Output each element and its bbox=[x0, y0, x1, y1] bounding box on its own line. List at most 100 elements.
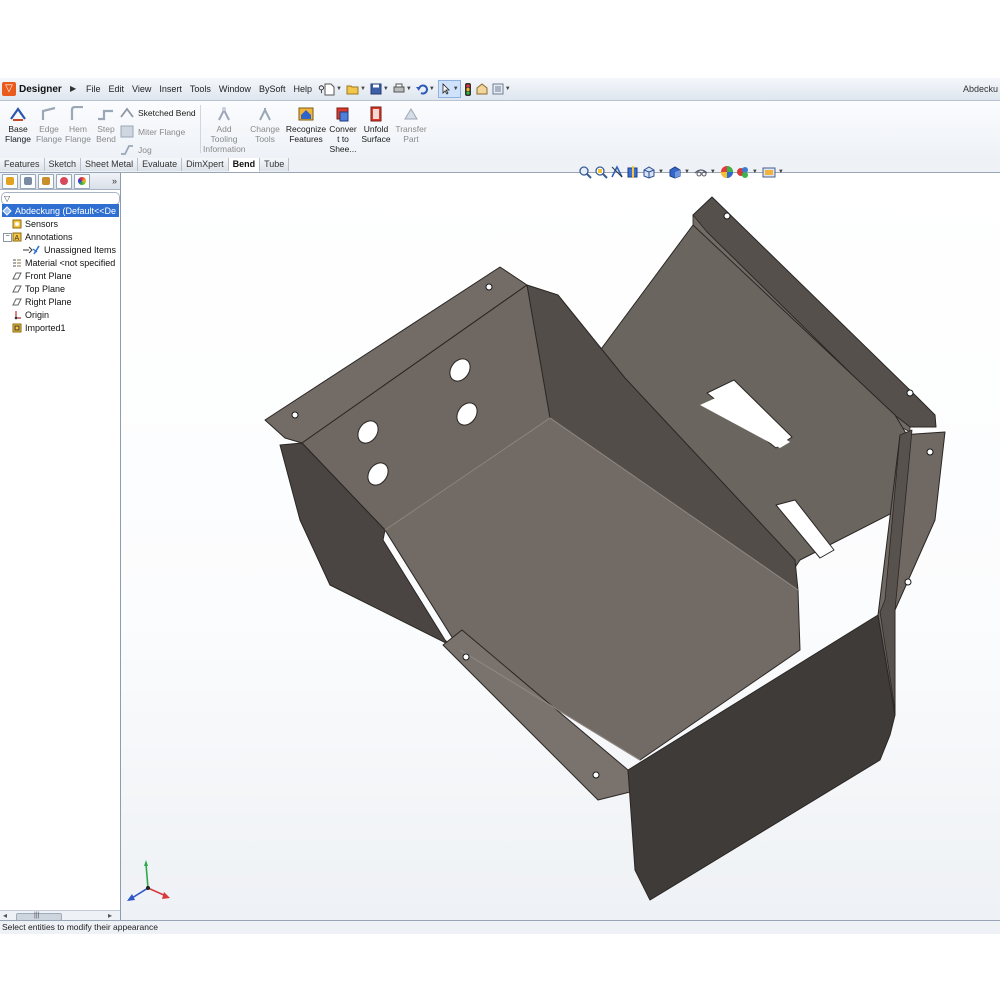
brand-arrow-icon[interactable]: ▶ bbox=[70, 84, 76, 93]
select-button[interactable]: ▼ bbox=[437, 80, 461, 98]
tree-node-unassigned-items[interactable]: Unassigned Items bbox=[23, 243, 116, 256]
scroll-right-icon[interactable]: ▸ bbox=[108, 911, 112, 920]
display-manager-tab[interactable] bbox=[74, 173, 90, 189]
recognize-features-button[interactable]: Recognize Features bbox=[285, 106, 327, 144]
menu-bar: File Edit View Insert Tools Window BySof… bbox=[82, 78, 325, 100]
menu-tools[interactable]: Tools bbox=[186, 78, 215, 100]
new-button[interactable]: ▼ bbox=[322, 81, 343, 97]
jog-icon bbox=[120, 143, 134, 156]
dimxpert-manager-tab[interactable] bbox=[56, 173, 72, 189]
status-message: Select entities to modify their appearan… bbox=[2, 922, 158, 932]
menu-file[interactable]: File bbox=[82, 78, 105, 100]
base-flange-button[interactable]: Base Flange bbox=[4, 106, 32, 144]
file-properties-button[interactable] bbox=[475, 81, 489, 97]
tab-dimxpert[interactable]: DimXpert bbox=[182, 158, 229, 171]
annotations-expander[interactable]: − bbox=[3, 233, 12, 242]
command-manager-tabs: Features Sketch Sheet Metal Evaluate Dim… bbox=[0, 158, 1000, 173]
tree-node-origin[interactable]: Origin bbox=[12, 308, 49, 321]
step-bend-button[interactable]: Step Bend bbox=[92, 106, 120, 144]
tree-node-front-plane[interactable]: Front Plane bbox=[12, 269, 72, 282]
menu-insert[interactable]: Insert bbox=[155, 78, 186, 100]
configuration-manager-tab[interactable] bbox=[38, 173, 54, 189]
sensors-icon bbox=[12, 219, 22, 229]
base-flange-label: Base Flange bbox=[5, 124, 31, 144]
convert-to-sheet-metal-button[interactable]: Conver t to Shee... bbox=[329, 106, 357, 154]
print-button[interactable]: ▼ bbox=[392, 81, 413, 97]
feature-tree-icon bbox=[6, 176, 14, 185]
tab-features[interactable]: Features bbox=[0, 158, 45, 171]
tab-sheet-metal[interactable]: Sheet Metal bbox=[81, 158, 139, 171]
add-tooling-button[interactable]: Add Tooling Information bbox=[203, 106, 246, 154]
menu-window[interactable]: Window bbox=[215, 78, 255, 100]
tab-evaluate[interactable]: Evaluate bbox=[138, 158, 183, 171]
change-tools-button[interactable]: Change Tools bbox=[248, 106, 282, 144]
change-tools-label: Change Tools bbox=[250, 124, 280, 144]
tab-sketch[interactable]: Sketch bbox=[44, 158, 82, 171]
app-brand-label: Designer bbox=[19, 83, 62, 95]
filter-icon: ▽ bbox=[4, 194, 11, 203]
scrollbar-grip-icon: ||| bbox=[34, 912, 40, 919]
save-button[interactable]: ▼ bbox=[369, 81, 390, 97]
tree-node-material[interactable]: Material <not specified bbox=[12, 256, 115, 269]
annotations-icon: A bbox=[12, 232, 22, 242]
app-logo-icon: ▽ bbox=[2, 82, 16, 96]
sketched-bend-icon bbox=[120, 106, 134, 119]
transfer-part-button[interactable]: Transfer Part bbox=[394, 106, 428, 144]
options-button[interactable]: ▼ bbox=[491, 81, 512, 97]
tab-tube[interactable]: Tube bbox=[260, 158, 290, 171]
step-bend-label: Step Bend bbox=[96, 124, 116, 144]
undo-icon bbox=[415, 84, 428, 95]
tree-node-label: Top Plane bbox=[25, 283, 66, 294]
recognize-features-label: Recognize Features bbox=[285, 124, 327, 144]
tree-node-imported1[interactable]: Imported1 bbox=[12, 321, 66, 334]
undo-button[interactable]: ▼ bbox=[415, 81, 436, 97]
recognize-features-icon bbox=[297, 106, 315, 122]
menu-edit[interactable]: Edit bbox=[105, 78, 129, 100]
part-icon bbox=[2, 205, 12, 216]
change-tools-icon bbox=[256, 106, 274, 122]
unfold-surface-button[interactable]: Unfold Surface bbox=[361, 106, 391, 144]
sketched-bend-button[interactable]: Sketched Bend bbox=[120, 106, 196, 119]
tree-node-part[interactable]: Abdeckung (Default<<De bbox=[2, 204, 119, 217]
select-pointer-icon bbox=[442, 83, 450, 95]
miter-flange-button[interactable]: Miter Flange bbox=[120, 125, 185, 138]
tree-node-sensors[interactable]: Sensors bbox=[12, 217, 58, 230]
property-manager-tab[interactable] bbox=[20, 173, 36, 189]
display-manager-icon bbox=[78, 176, 86, 185]
feature-tree-tab[interactable] bbox=[2, 173, 18, 189]
step-bend-icon bbox=[97, 106, 115, 122]
tree-node-label: Sensors bbox=[25, 218, 59, 229]
command-manager: Base Flange Edge Flange Hem Flange Step … bbox=[0, 101, 1000, 158]
save-icon bbox=[370, 83, 382, 95]
transfer-part-label: Transfer Part bbox=[395, 124, 427, 144]
edge-flange-button[interactable]: Edge Flange bbox=[35, 106, 63, 144]
open-folder-icon bbox=[346, 85, 359, 95]
title-bar: ▽ Designer ▶ File Edit View Insert Tools… bbox=[0, 78, 1000, 101]
hem-flange-icon bbox=[69, 105, 87, 122]
convert-to-sheet-metal-icon bbox=[334, 106, 352, 122]
unfold-surface-label: Unfold Surface bbox=[361, 124, 391, 144]
sheet-metal-model[interactable] bbox=[121, 173, 1000, 920]
jog-button[interactable]: Jog bbox=[120, 143, 152, 156]
convert-to-sheet-metal-label: Conver t to Shee... bbox=[329, 124, 357, 154]
tree-node-label: Material <not specified bbox=[25, 257, 116, 268]
app-brand[interactable]: ▽ Designer bbox=[2, 80, 68, 98]
menu-bysoft[interactable]: BySoft bbox=[255, 78, 290, 100]
transfer-part-icon bbox=[402, 106, 420, 122]
tree-node-right-plane[interactable]: Right Plane bbox=[12, 295, 72, 308]
feature-manager-tabs: » bbox=[0, 173, 120, 190]
scroll-left-icon[interactable]: ◂ bbox=[3, 911, 7, 920]
unassigned-items-icon bbox=[23, 245, 41, 255]
hem-flange-button[interactable]: Hem Flange bbox=[64, 105, 92, 144]
tree-node-top-plane[interactable]: Top Plane bbox=[12, 282, 65, 295]
tree-node-annotations[interactable]: A Annotations bbox=[12, 230, 73, 243]
rebuild-button[interactable] bbox=[463, 81, 473, 97]
feature-manager-pane: » ▽ Abdeckung (Default<<De Sensors − A A… bbox=[0, 173, 121, 921]
more-tabs-icon[interactable]: » bbox=[112, 176, 117, 186]
menu-view[interactable]: View bbox=[128, 78, 155, 100]
rebuild-icon bbox=[464, 82, 471, 96]
miter-flange-label: Miter Flange bbox=[138, 126, 186, 137]
menu-help[interactable]: Help bbox=[289, 78, 316, 100]
open-button[interactable]: ▼ bbox=[345, 81, 367, 97]
tab-bend[interactable]: Bend bbox=[228, 158, 261, 172]
